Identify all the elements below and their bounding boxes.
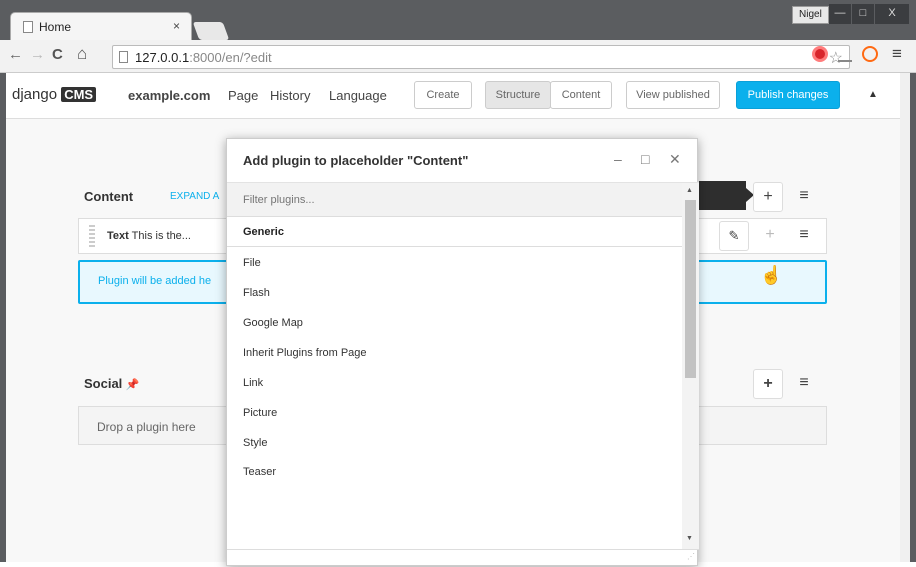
new-tab-button[interactable] xyxy=(192,22,230,40)
plugin-item-picture[interactable]: Picture xyxy=(243,407,277,419)
create-button[interactable]: Create xyxy=(414,81,472,109)
browser-menu-icon[interactable]: ≡ xyxy=(892,44,902,64)
url-text: 127.0.0.1:8000/en/?edit xyxy=(135,50,272,65)
maximize-button[interactable]: □ xyxy=(852,4,874,24)
plugin-item-style[interactable]: Style xyxy=(243,437,267,449)
scrollbar-thumb[interactable] xyxy=(685,200,696,378)
django-cms-logo[interactable]: django CMS xyxy=(12,86,97,103)
modal-minimize-icon[interactable]: – xyxy=(614,151,622,167)
dropzone-text: Plugin will be added he xyxy=(98,275,212,287)
page-scrollbar[interactable] xyxy=(900,73,910,562)
publish-changes-button[interactable]: Publish changes xyxy=(736,81,840,109)
social-menu-icon[interactable]: ≡ xyxy=(789,369,819,399)
plugin-section-header: Generic xyxy=(227,217,682,247)
plugin-item-inherit[interactable]: Inherit Plugins from Page xyxy=(243,347,367,359)
menu-language[interactable]: Language xyxy=(329,88,387,103)
expand-all-link[interactable]: EXPAND A xyxy=(170,191,219,202)
modal-close-icon[interactable]: ✕ xyxy=(669,151,681,168)
resize-grip-icon[interactable]: ⋰ xyxy=(687,552,695,561)
add-plugin-tooltip xyxy=(699,181,754,210)
scroll-down-icon[interactable]: ▼ xyxy=(686,535,693,542)
site-menu[interactable]: example.com xyxy=(128,88,210,103)
add-child-icon[interactable]: + xyxy=(755,221,785,251)
menu-history[interactable]: History xyxy=(270,88,310,103)
modal-title: Add plugin to placeholder "Content" xyxy=(243,153,469,168)
plugin-menu-icon[interactable]: ≡ xyxy=(789,221,819,251)
hand-cursor-icon: ☝ xyxy=(760,265,783,285)
opera-extension-icon[interactable] xyxy=(812,46,828,62)
edit-pencil-icon[interactable]: ✎ xyxy=(719,221,749,251)
plugin-item-google-map[interactable]: Google Map xyxy=(243,317,303,329)
menu-page[interactable]: Page xyxy=(228,88,258,103)
plugin-label: Text This is the... xyxy=(107,230,191,242)
collapse-toolbar-icon[interactable]: ▲ xyxy=(868,89,878,100)
drag-handle-icon[interactable] xyxy=(89,225,95,247)
filter-plugins-input[interactable] xyxy=(227,183,682,217)
browser-window: Home × Nigel — □ X ← → C ⌂ 127.0.0.1:800… xyxy=(0,0,916,566)
minimize-button[interactable]: — xyxy=(829,4,851,24)
drop-hint: Drop a plugin here xyxy=(97,420,196,434)
page-info-icon xyxy=(119,51,128,63)
modal-scrollbar[interactable]: ▲ ▼ xyxy=(682,183,699,549)
browser-toolbar: ← → C ⌂ 127.0.0.1:8000/en/?edit ☆ ≡ xyxy=(0,40,916,73)
page-content: django CMS example.com Page History Lang… xyxy=(6,73,906,566)
social-placeholder-title: Social 📌 xyxy=(84,376,140,391)
reload-icon[interactable]: C xyxy=(52,46,63,63)
view-published-button[interactable]: View published xyxy=(626,81,720,109)
address-bar[interactable]: 127.0.0.1:8000/en/?edit ☆ xyxy=(112,45,850,69)
browser-tab[interactable]: Home × xyxy=(10,12,192,42)
modal-header: Add plugin to placeholder "Content" – □ … xyxy=(227,139,699,183)
add-plugin-modal: Add plugin to placeholder "Content" – □ … xyxy=(226,138,699,567)
forward-icon[interactable]: → xyxy=(30,46,45,63)
plugin-item-teaser[interactable]: Teaser xyxy=(243,466,276,475)
orange-extension-icon[interactable] xyxy=(862,46,878,62)
cms-toolbar: django CMS example.com Page History Lang… xyxy=(6,73,906,119)
back-icon[interactable]: ← xyxy=(8,46,23,63)
user-profile-button[interactable]: Nigel xyxy=(792,6,829,24)
modal-footer: ⋰ xyxy=(227,549,699,567)
content-placeholder-title: Content xyxy=(84,189,134,204)
plugin-item-file[interactable]: File xyxy=(243,257,261,269)
download-extension-icon[interactable] xyxy=(838,50,852,62)
page-icon xyxy=(23,21,33,33)
tab-close-icon[interactable]: × xyxy=(173,19,180,33)
home-icon[interactable]: ⌂ xyxy=(77,44,87,64)
scroll-up-icon[interactable]: ▲ xyxy=(686,187,693,194)
close-window-button[interactable]: X xyxy=(875,4,909,24)
modal-maximize-icon[interactable]: □ xyxy=(641,151,649,167)
structure-button[interactable]: Structure xyxy=(485,81,551,109)
tab-title: Home xyxy=(39,20,72,34)
add-plugin-button[interactable]: + xyxy=(753,182,783,212)
title-bar: Home × Nigel — □ X xyxy=(0,0,916,42)
plugin-item-flash[interactable]: Flash xyxy=(243,287,270,299)
social-add-plugin-button[interactable]: + xyxy=(753,369,783,399)
placeholder-menu-icon[interactable]: ≡ xyxy=(789,182,819,212)
plugin-item-link[interactable]: Link xyxy=(243,377,263,389)
content-button[interactable]: Content xyxy=(550,81,612,109)
